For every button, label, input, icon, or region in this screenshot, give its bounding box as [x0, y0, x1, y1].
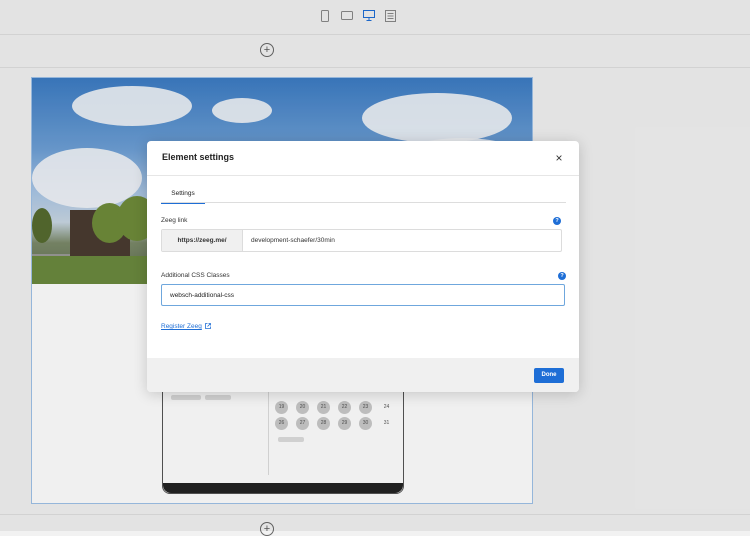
close-icon[interactable]: × [552, 151, 566, 165]
zeeg-link-prefix: https://zeeg.me/ [162, 230, 243, 251]
zeeg-link-help-icon[interactable]: ? [553, 217, 561, 225]
dialog-footer: Done [147, 358, 579, 392]
css-classes-help-icon[interactable]: ? [558, 272, 566, 280]
done-button[interactable]: Done [534, 368, 564, 383]
zeeg-link-field: https://zeeg.me/ [161, 229, 562, 252]
register-zeeg-link[interactable]: Register Zeeg [161, 323, 211, 331]
register-zeeg-label: Register Zeeg [161, 323, 202, 330]
element-settings-dialog: Element settings × Settings Zeeg link ? … [147, 141, 579, 392]
zeeg-link-label: Zeeg link [161, 217, 188, 224]
zeeg-link-input[interactable] [243, 230, 559, 251]
css-classes-label: Additional CSS Classes [161, 272, 230, 279]
dialog-title: Element settings [162, 152, 235, 162]
css-classes-input[interactable] [161, 284, 565, 306]
dialog-header: Element settings × [147, 141, 579, 176]
tab-divider [161, 202, 566, 203]
external-link-icon [204, 323, 211, 331]
